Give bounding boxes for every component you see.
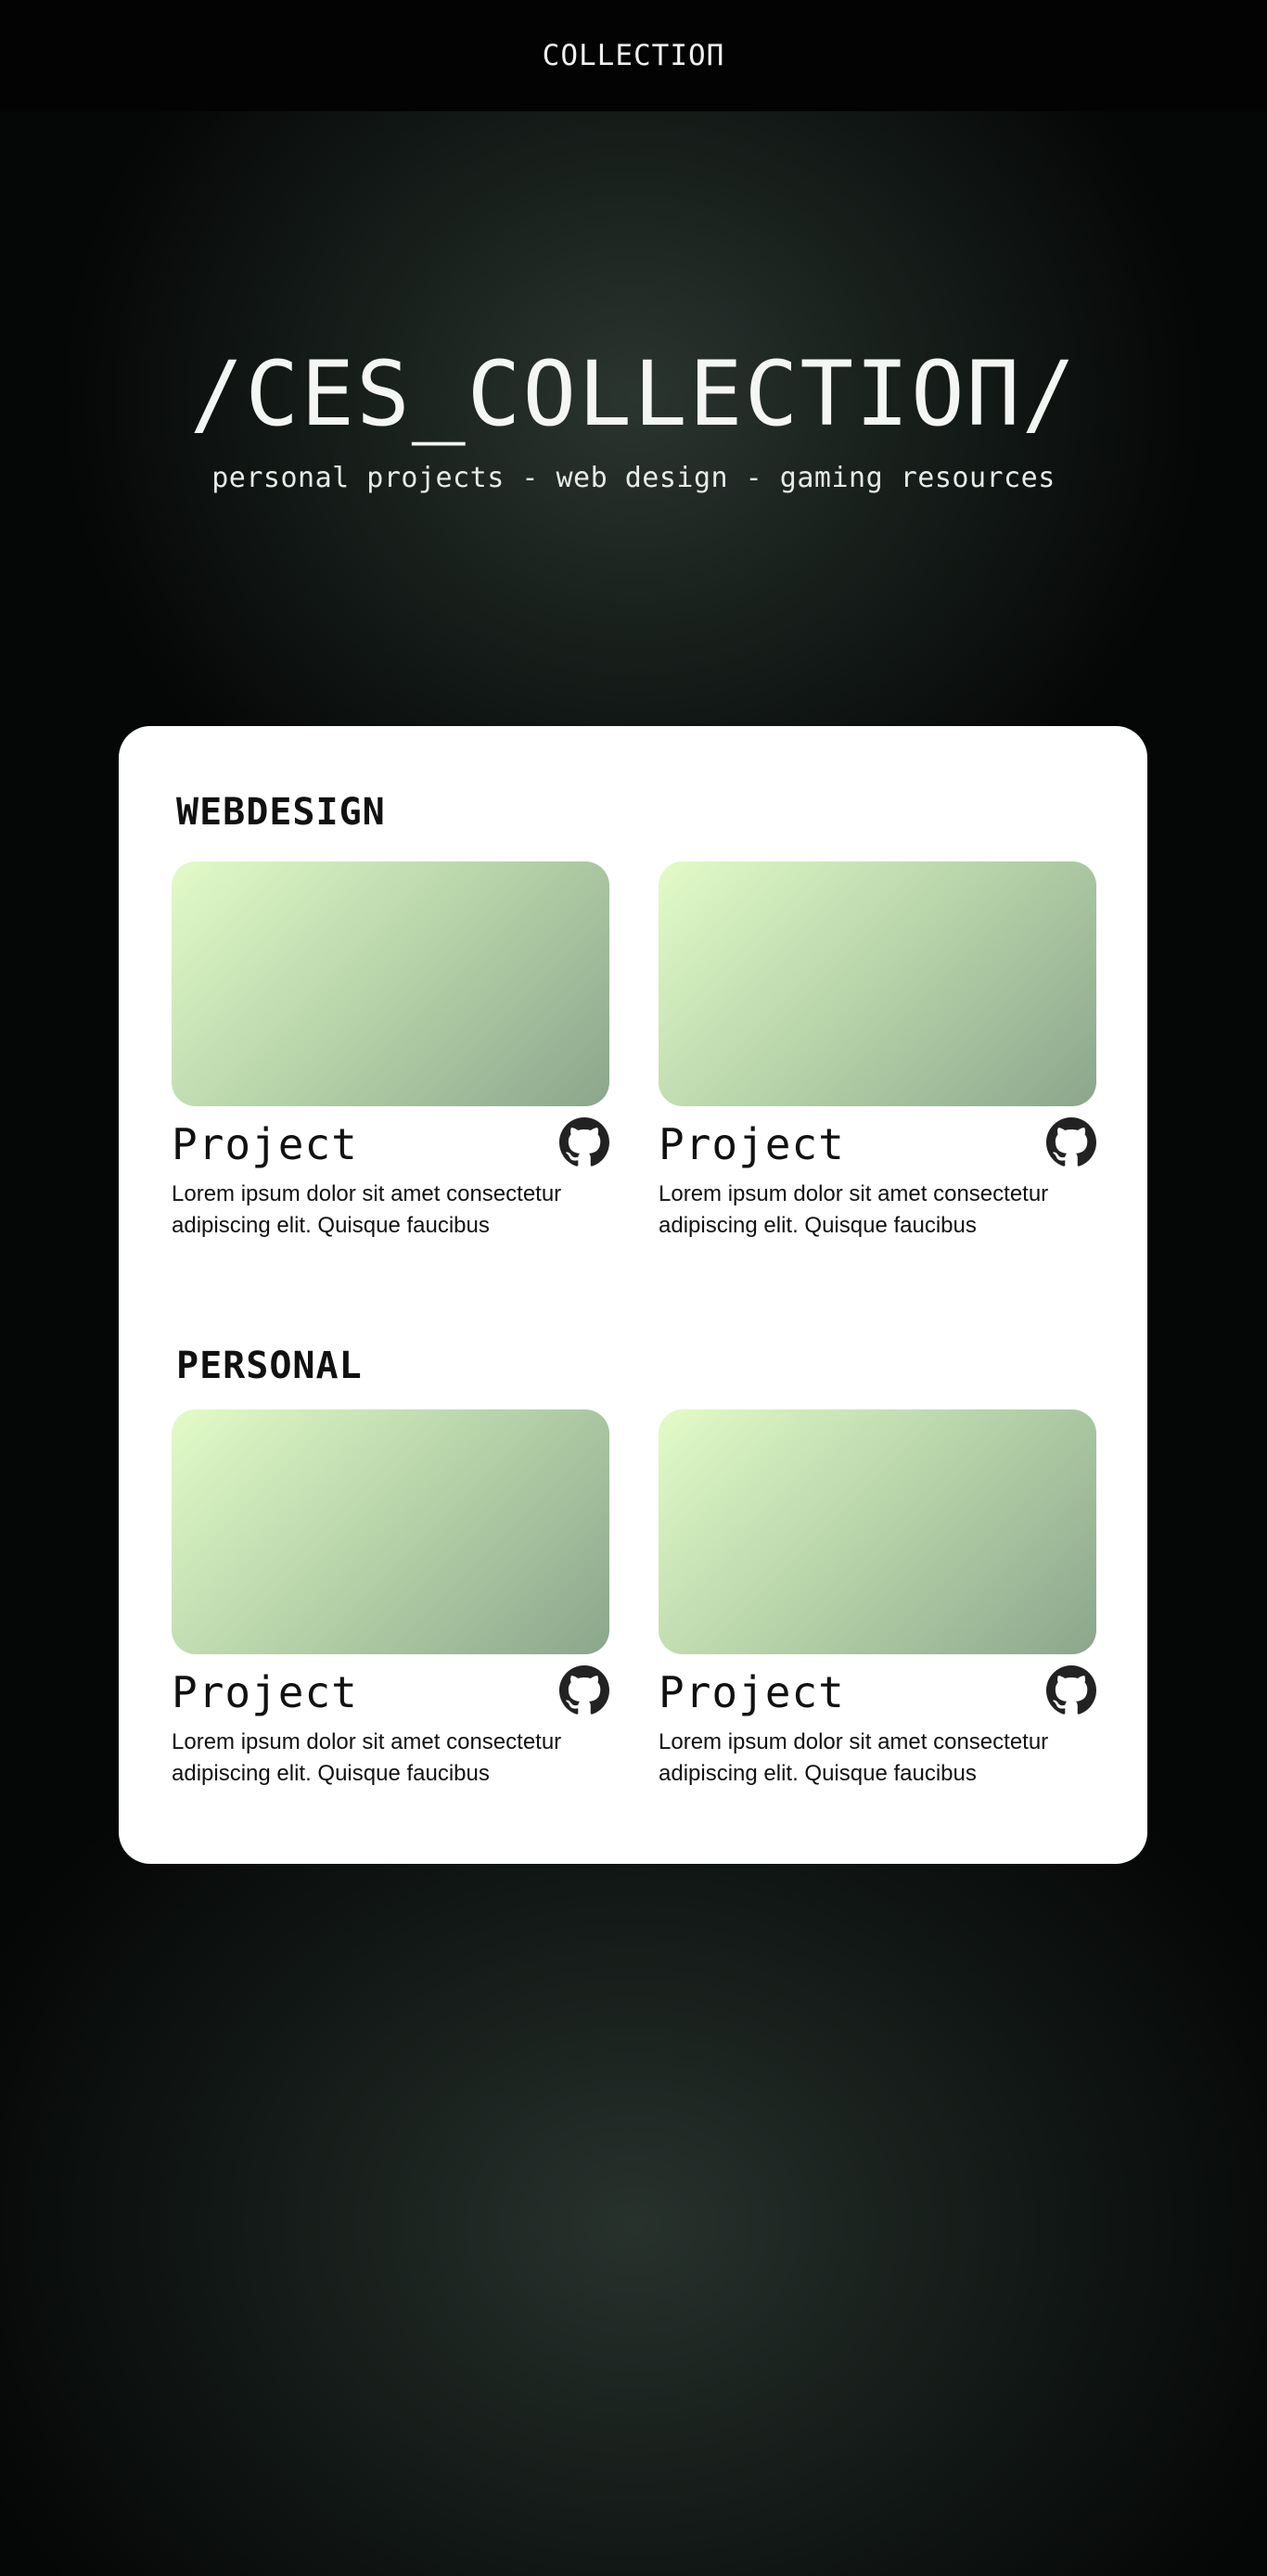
project-card[interactable]: Project Lorem ipsum dolor sit amet conse… <box>172 1409 609 1790</box>
github-icon[interactable] <box>559 1117 609 1167</box>
project-description: Lorem ipsum dolor sit amet consectetur a… <box>172 1181 562 1238</box>
top-bar: COLLECTIOП <box>0 0 1267 111</box>
project-thumbnail[interactable] <box>172 861 609 1106</box>
site-title-link[interactable]: COLLECTIOП <box>543 39 725 72</box>
project-card[interactable]: Project Lorem ipsum dolor sit amet conse… <box>659 861 1096 1242</box>
project-description: Lorem ipsum dolor sit amet consectetur a… <box>172 1729 562 1786</box>
project-card[interactable]: Project Lorem ipsum dolor sit amet conse… <box>659 1409 1096 1790</box>
section-title-webdesign: WEBDESIGN <box>176 791 386 834</box>
project-title[interactable]: Project <box>172 1119 358 1169</box>
project-thumbnail[interactable] <box>172 1409 609 1654</box>
project-thumbnail[interactable] <box>659 1409 1096 1654</box>
project-card[interactable]: Project Lorem ipsum dolor sit amet conse… <box>172 861 609 1242</box>
hero-title: /CES_COLLECTIOП/ <box>189 342 1078 446</box>
project-card-header: Project <box>659 1664 1096 1721</box>
section-title-personal: PERSONAL <box>176 1345 363 1387</box>
project-title[interactable]: Project <box>659 1667 845 1717</box>
github-icon[interactable] <box>1046 1117 1096 1167</box>
project-card-header: Project <box>172 1664 609 1721</box>
project-description: Lorem ipsum dolor sit amet consectetur a… <box>659 1729 1049 1786</box>
projects-panel: WEBDESIGN Project Lorem ipsum dolor sit … <box>119 726 1147 1864</box>
project-card-header: Project <box>172 1116 609 1173</box>
github-icon[interactable] <box>1046 1665 1096 1715</box>
project-description: Lorem ipsum dolor sit amet consectetur a… <box>659 1181 1049 1238</box>
hero-subtitle: personal projects - web design - gaming … <box>211 462 1056 494</box>
project-thumbnail[interactable] <box>659 861 1096 1106</box>
github-icon[interactable] <box>559 1665 609 1715</box>
hero: /CES_COLLECTIOП/ personal projects - web… <box>0 334 1267 494</box>
project-title[interactable]: Project <box>659 1119 845 1169</box>
project-title[interactable]: Project <box>172 1667 358 1717</box>
project-card-header: Project <box>659 1116 1096 1173</box>
